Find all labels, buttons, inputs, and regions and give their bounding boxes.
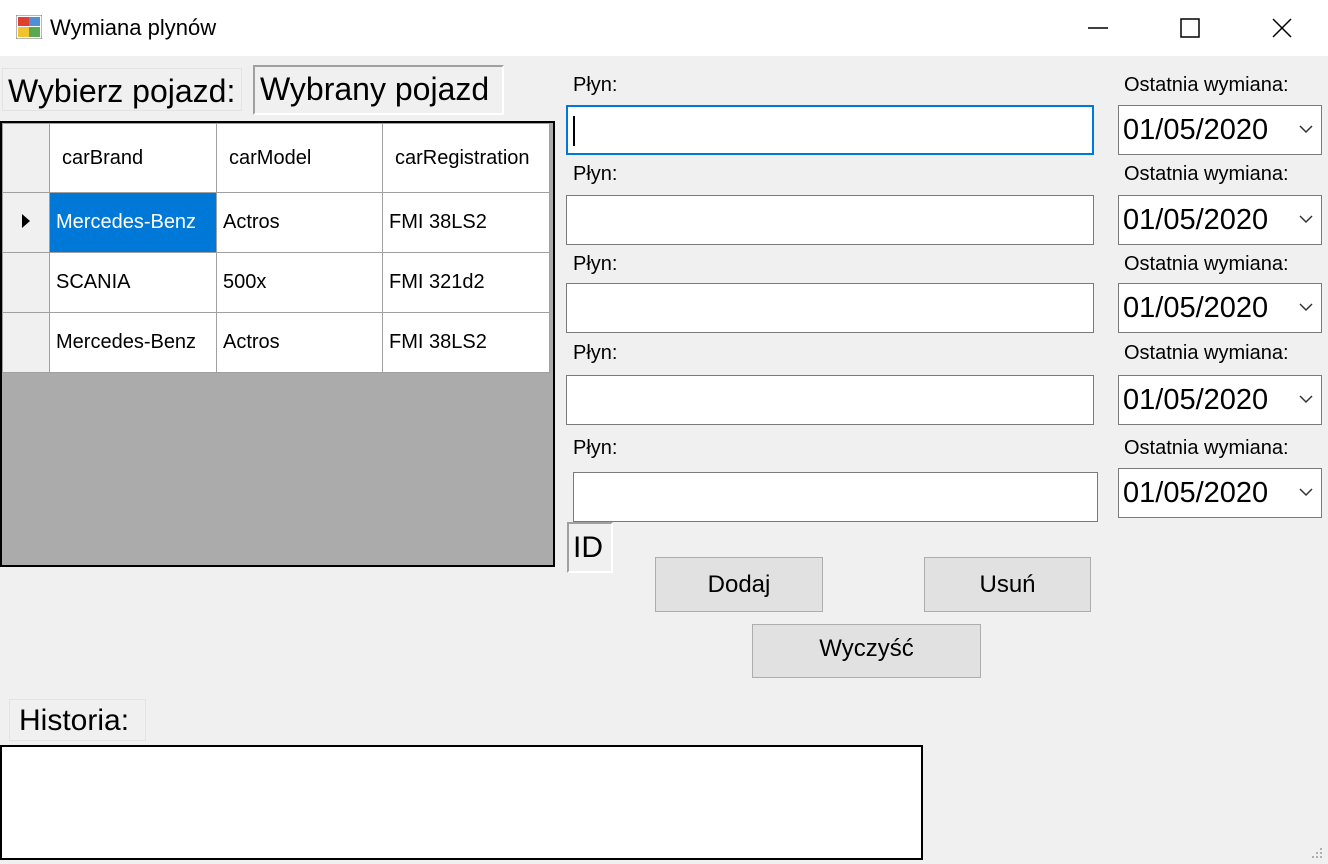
last-change-label-2: Ostatnia wymiana: bbox=[1124, 163, 1289, 185]
last-change-date-picker-2[interactable]: 01/05/2020 bbox=[1118, 195, 1322, 245]
last-change-label-5: Ostatnia wymiana: bbox=[1124, 437, 1289, 459]
table-row[interactable]: Mercedes-Benz Actros FMI 38LS2 bbox=[2, 312, 550, 373]
close-button[interactable] bbox=[1236, 0, 1328, 56]
chevron-down-icon bbox=[1299, 215, 1313, 224]
text-caret bbox=[573, 116, 575, 146]
fluid-input-2[interactable] bbox=[566, 195, 1094, 245]
date-value: 01/05/2020 bbox=[1123, 114, 1269, 146]
column-header-label: carRegistration bbox=[395, 146, 530, 169]
table-cell[interactable]: Actros bbox=[216, 192, 383, 253]
vehicle-grid[interactable]: carBrand carModel carRegistration Merced… bbox=[0, 121, 555, 567]
table-row[interactable]: Mercedes-Benz Actros FMI 38LS2 bbox=[2, 192, 550, 253]
date-value: 01/05/2020 bbox=[1123, 204, 1269, 236]
chevron-down-icon bbox=[1299, 125, 1313, 134]
fluid-input-1[interactable] bbox=[566, 105, 1094, 155]
date-value: 01/05/2020 bbox=[1123, 384, 1269, 416]
vehicle-table: carBrand carModel carRegistration Merced… bbox=[2, 123, 550, 373]
minimize-button[interactable] bbox=[1052, 0, 1144, 56]
table-cell[interactable]: FMI 321d2 bbox=[382, 252, 550, 313]
chevron-down-icon bbox=[1299, 395, 1313, 404]
current-row-arrow-icon bbox=[22, 214, 30, 228]
last-change-label-4: Ostatnia wymiana: bbox=[1124, 342, 1289, 364]
last-change-date-picker-3[interactable]: 01/05/2020 bbox=[1118, 283, 1322, 333]
row-header[interactable] bbox=[2, 192, 50, 253]
resize-grip-icon[interactable] bbox=[1310, 846, 1324, 860]
table-cell[interactable]: 500x bbox=[216, 252, 383, 313]
last-change-label-1: Ostatnia wymiana: bbox=[1124, 74, 1289, 96]
row-header-corner bbox=[2, 123, 50, 193]
clear-button[interactable]: Wyczyść bbox=[752, 624, 981, 678]
chevron-down-icon bbox=[1299, 488, 1313, 497]
selected-vehicle-label: Wybrany pojazd bbox=[253, 65, 504, 115]
column-header-label: carBrand bbox=[62, 146, 144, 169]
add-button[interactable]: Dodaj bbox=[655, 557, 823, 612]
history-listbox[interactable] bbox=[0, 745, 923, 860]
last-change-date-picker-5[interactable]: 01/05/2020 bbox=[1118, 468, 1322, 518]
grid-header-row: carBrand carModel carRegistration bbox=[2, 123, 550, 193]
minimize-icon bbox=[1088, 27, 1108, 29]
fluid-input-5[interactable] bbox=[573, 472, 1098, 522]
history-label: Historia: bbox=[9, 699, 146, 741]
table-cell[interactable]: Mercedes-Benz bbox=[49, 312, 217, 373]
table-cell[interactable]: Actros bbox=[216, 312, 383, 373]
fluid-label-2: Płyn: bbox=[573, 163, 618, 185]
app-icon bbox=[16, 15, 42, 39]
fluid-label-1: Płyn: bbox=[573, 74, 618, 96]
table-cell[interactable]: Mercedes-Benz bbox=[49, 192, 217, 253]
column-header-label: carModel bbox=[229, 146, 312, 169]
table-cell[interactable]: FMI 38LS2 bbox=[382, 192, 550, 253]
window-title: Wymiana plynów bbox=[50, 15, 217, 40]
column-header-carmodel[interactable]: carModel bbox=[216, 123, 383, 193]
last-change-date-picker-4[interactable]: 01/05/2020 bbox=[1118, 375, 1322, 425]
close-icon bbox=[1272, 18, 1292, 38]
maximize-button[interactable] bbox=[1144, 0, 1236, 56]
column-header-carbrand[interactable]: carBrand bbox=[49, 123, 217, 193]
last-change-date-picker-1[interactable]: 01/05/2020 bbox=[1118, 105, 1322, 155]
chevron-down-icon bbox=[1299, 303, 1313, 312]
maximize-icon bbox=[1180, 18, 1200, 38]
title-bar: Wymiana plynów bbox=[0, 0, 1328, 56]
fluid-label-4: Płyn: bbox=[573, 342, 618, 364]
fluid-input-3[interactable] bbox=[566, 283, 1094, 333]
fluid-label-5: Płyn: bbox=[573, 437, 618, 459]
select-vehicle-label: Wybierz pojazd: bbox=[2, 68, 242, 111]
table-cell[interactable]: FMI 38LS2 bbox=[382, 312, 550, 373]
row-header[interactable] bbox=[2, 312, 50, 373]
fluid-label-3: Płyn: bbox=[573, 253, 618, 275]
column-header-carregistration[interactable]: carRegistration bbox=[382, 123, 550, 193]
fluid-input-4[interactable] bbox=[566, 375, 1094, 425]
id-label: ID bbox=[567, 522, 613, 573]
date-value: 01/05/2020 bbox=[1123, 292, 1269, 324]
date-value: 01/05/2020 bbox=[1123, 477, 1269, 509]
table-cell[interactable]: SCANIA bbox=[49, 252, 217, 313]
row-header[interactable] bbox=[2, 252, 50, 313]
remove-button[interactable]: Usuń bbox=[924, 557, 1091, 612]
table-row[interactable]: SCANIA 500x FMI 321d2 bbox=[2, 252, 550, 313]
last-change-label-3: Ostatnia wymiana: bbox=[1124, 253, 1289, 275]
